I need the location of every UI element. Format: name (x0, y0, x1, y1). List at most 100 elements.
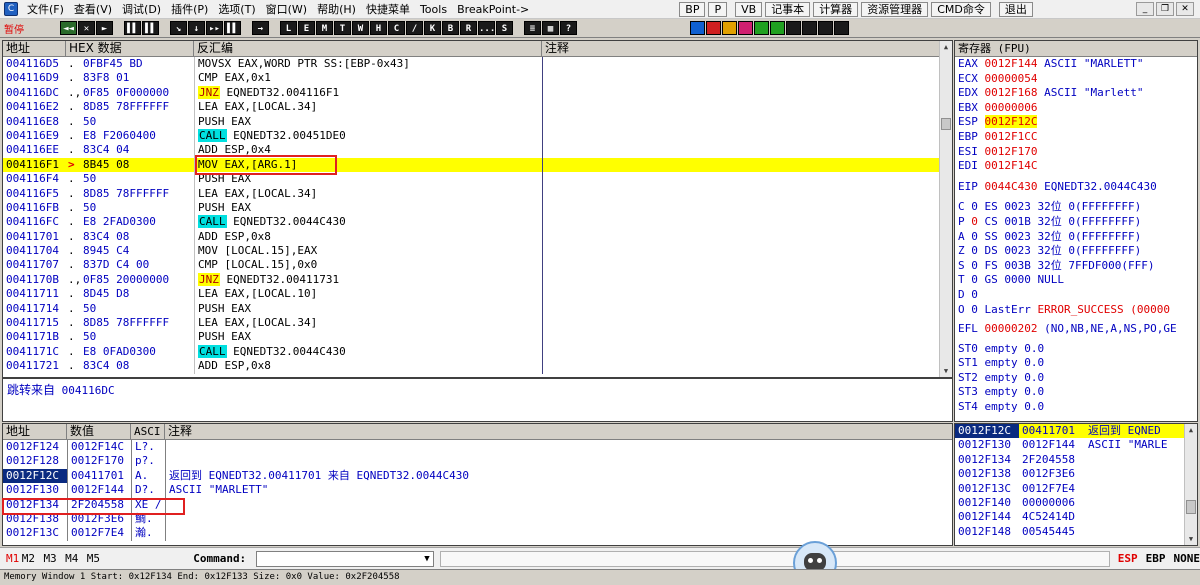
stack-scroll-down-icon[interactable]: ▼ (1185, 533, 1197, 545)
menu-help[interactable]: 帮助(H) (312, 1, 361, 17)
register-row[interactable]: EAX 0012F144 ASCII "MARLETT" (958, 57, 1197, 72)
flag-row[interactable]: S 0 FS 003B 32位 7FFDF000(FFF) (958, 259, 1197, 274)
mark-m2[interactable]: M2 (22, 552, 44, 565)
register-row[interactable]: EDI 0012F14C (958, 159, 1197, 174)
stack-row-top[interactable]: 0012F12C 00411701 返回到 EQNED (955, 424, 1197, 439)
minimize-icon[interactable]: _ (1136, 2, 1154, 16)
handles-window-button[interactable]: H (370, 21, 387, 35)
references-window-button[interactable]: R (460, 21, 477, 35)
modules-window-button[interactable]: E (298, 21, 315, 35)
disasm-row[interactable]: 004116DC., 0F85 0F000000 JNZ EQNEDT32.0041… (3, 85, 952, 101)
menu-plugins[interactable]: 插件(P) (166, 1, 213, 17)
explorer-button[interactable]: 资源管理器 (861, 1, 929, 17)
disasm-row[interactable]: 0041171B. 50 PUSH EAX (3, 330, 952, 345)
plugin-icon-1[interactable] (690, 21, 705, 35)
mark-m5[interactable]: M5 (87, 552, 193, 565)
disasm-row[interactable]: 004116F4. 50 PUSH EAX (3, 172, 952, 187)
disasm-row[interactable]: 004116E8. 50 PUSH EAX (3, 114, 952, 129)
calculator-button[interactable]: 计算器 (813, 1, 859, 17)
vb-button[interactable]: VB (735, 1, 763, 17)
disasm-row[interactable]: 00411704. 8945 C4 MOV [LOCAL.15],EAX (3, 244, 952, 259)
reg-esp[interactable]: ESP (1118, 552, 1138, 565)
step-over-icon[interactable]: ↓ (188, 21, 205, 35)
menu-debug[interactable]: 调试(D) (117, 1, 166, 17)
breakpoints-window-button[interactable]: B (442, 21, 459, 35)
stack-scroll-up-icon[interactable]: ▲ (1185, 424, 1197, 436)
patches-window-button[interactable]: / (406, 21, 423, 35)
disasm-row[interactable]: 004116E9. E8 F2060400 CALL EQNEDT32.00451D… (3, 128, 952, 144)
col-hex[interactable]: HEX 数据 (66, 41, 194, 56)
stack-row[interactable]: 0012F140 00000006 (955, 496, 1197, 510)
step-into-icon[interactable]: ↘ (170, 21, 187, 35)
stack-row[interactable]: 0012F134 2F204558 (955, 453, 1197, 467)
register-row[interactable]: EBX 00000006 (958, 101, 1197, 116)
cmd-button[interactable]: CMD命令 (931, 1, 991, 17)
pause-icon[interactable]: ▌▌ (142, 21, 159, 35)
stack-row[interactable]: 0012F13C 0012F7E4 (955, 482, 1197, 496)
run-trace-button[interactable]: ... (478, 21, 495, 35)
dump-col-comment[interactable]: 注释 (165, 424, 945, 439)
disasm-row[interactable]: 004116D5. 0FBF45 BD MOVSX EAX,WORD PTR SS:… (3, 57, 952, 72)
col-address[interactable]: 地址 (3, 41, 66, 56)
stack-row[interactable]: 0012F130 0012F144 ASCII "MARLE (955, 438, 1197, 452)
menu-view[interactable]: 查看(V) (69, 1, 117, 17)
mark-m4[interactable]: M4 (65, 552, 87, 565)
disasm-row[interactable]: 004116FB. 50 PUSH EAX (3, 200, 952, 216)
command-input[interactable]: ▼ (256, 550, 434, 567)
source-window-button[interactable]: S (496, 21, 513, 35)
disasm-row[interactable]: 00411714. 50 PUSH EAX (3, 301, 952, 317)
dump-col-value[interactable]: 数值 (67, 424, 131, 439)
disasm-row[interactable]: 004116EE. 83C4 04 ADD ESP,0x4 (3, 143, 952, 158)
command-dropdown-icon[interactable]: ▼ (424, 552, 429, 566)
notepad-button[interactable]: 记事本 (765, 1, 811, 17)
dump-col-address[interactable]: 地址 (3, 424, 67, 439)
fpu-row[interactable]: ST4 empty 0.0 (958, 400, 1197, 415)
disasm-row[interactable]: 0041171C. E8 0FAD0300 CALL EQNEDT32.0044C4… (3, 344, 952, 360)
memory-window-button[interactable]: M (316, 21, 333, 35)
plugin-icon-10[interactable] (834, 21, 849, 35)
help-icon[interactable]: ? (560, 21, 577, 35)
disasm-row[interactable]: 004116F1 >8B45 08 MOV EAX,[ARG.1] (3, 157, 952, 173)
register-row[interactable]: ESI 0012F170 (958, 145, 1197, 160)
menu-tools[interactable]: Tools (415, 3, 452, 16)
register-row[interactable]: ECX 00000054 (958, 72, 1197, 87)
disasm-row[interactable]: 004116E2. 8D85 78FFFFFF LEA EAX,[LOCAL.34] (3, 100, 952, 115)
register-row-efl[interactable]: EFL 00000202 (NO,NB,NE,A,NS,PO,GE (958, 322, 1197, 337)
disasm-row[interactable]: 004116F5. 8D85 78FFFFFF LEA EAX,[LOCAL.34] (3, 186, 952, 201)
menu-shortcuts[interactable]: 快捷菜单 (361, 1, 415, 17)
stack-scrollbar[interactable]: ▲ ▼ (1184, 424, 1197, 545)
fpu-row[interactable]: ST3 empty 0.0 (958, 385, 1197, 400)
open-icon[interactable]: ◄◄ (60, 21, 77, 35)
dump-row[interactable]: 0012F124 0012F14C L?. (3, 440, 952, 455)
scroll-down-icon[interactable]: ▼ (940, 365, 952, 377)
dump-row[interactable]: 0012F12C 00411701 A. 返回到 EQNEDT32.00411701 … (3, 468, 952, 484)
appearance-icon[interactable]: ≡ (524, 21, 541, 35)
disasm-row[interactable]: 00411701. 83C4 08 ADD ESP,0x8 (3, 229, 952, 245)
disasm-row[interactable]: 00411707. 837D C4 00 CMP [LOCAL.15],0x0 (3, 258, 952, 273)
mark-m1[interactable]: M1 (0, 552, 22, 565)
disasm-row[interactable]: 00411721. 83C4 08 ADD ESP,0x8 (3, 359, 952, 374)
disassembly-scrollbar[interactable]: ▲ ▼ (939, 41, 952, 377)
reg-ebp[interactable]: EBP (1146, 552, 1166, 565)
col-disassembly[interactable]: 反汇编 (194, 41, 542, 56)
plugin-icon-2[interactable] (706, 21, 721, 35)
p-button[interactable]: P (708, 1, 728, 17)
plugin-icon-3[interactable] (722, 21, 737, 35)
cpu-window-button[interactable]: C (388, 21, 405, 35)
dump-row[interactable]: 0012F128 0012F170 p?. (3, 454, 952, 469)
flag-row[interactable]: C 0 ES 0023 32位 0(FFFFFFFF) (958, 200, 1197, 215)
restore-icon[interactable]: ❐ (1156, 2, 1174, 16)
plugin-icon-9[interactable] (818, 21, 833, 35)
plugin-icon-8[interactable] (802, 21, 817, 35)
dump-row[interactable]: 0012F130 0012F144 D?. ASCII "MARLETT" (3, 483, 952, 498)
menu-breakpoint[interactable]: BreakPoint-> (452, 3, 534, 16)
windows-window-button[interactable]: W (352, 21, 369, 35)
exit-button[interactable]: 退出 (998, 1, 1033, 17)
flag-row[interactable]: A 0 SS 0023 32位 0(FFFFFFFF) (958, 230, 1197, 245)
register-row[interactable]: ESP 0012F12C (958, 115, 1197, 130)
disasm-row[interactable]: 004116D9. 83F8 01 CMP EAX,0x1 (3, 71, 952, 86)
disasm-row[interactable]: 00411715. 8D85 78FFFFFF LEA EAX,[LOCAL.34] (3, 316, 952, 331)
stack-row[interactable]: 0012F144 4C52414D (955, 510, 1197, 524)
register-row[interactable]: EDX 0012F168 ASCII "Marlett" (958, 86, 1197, 101)
disasm-row[interactable]: 0041170B., 0F85 20000000 JNZ EQNEDT32.0041… (3, 272, 952, 288)
